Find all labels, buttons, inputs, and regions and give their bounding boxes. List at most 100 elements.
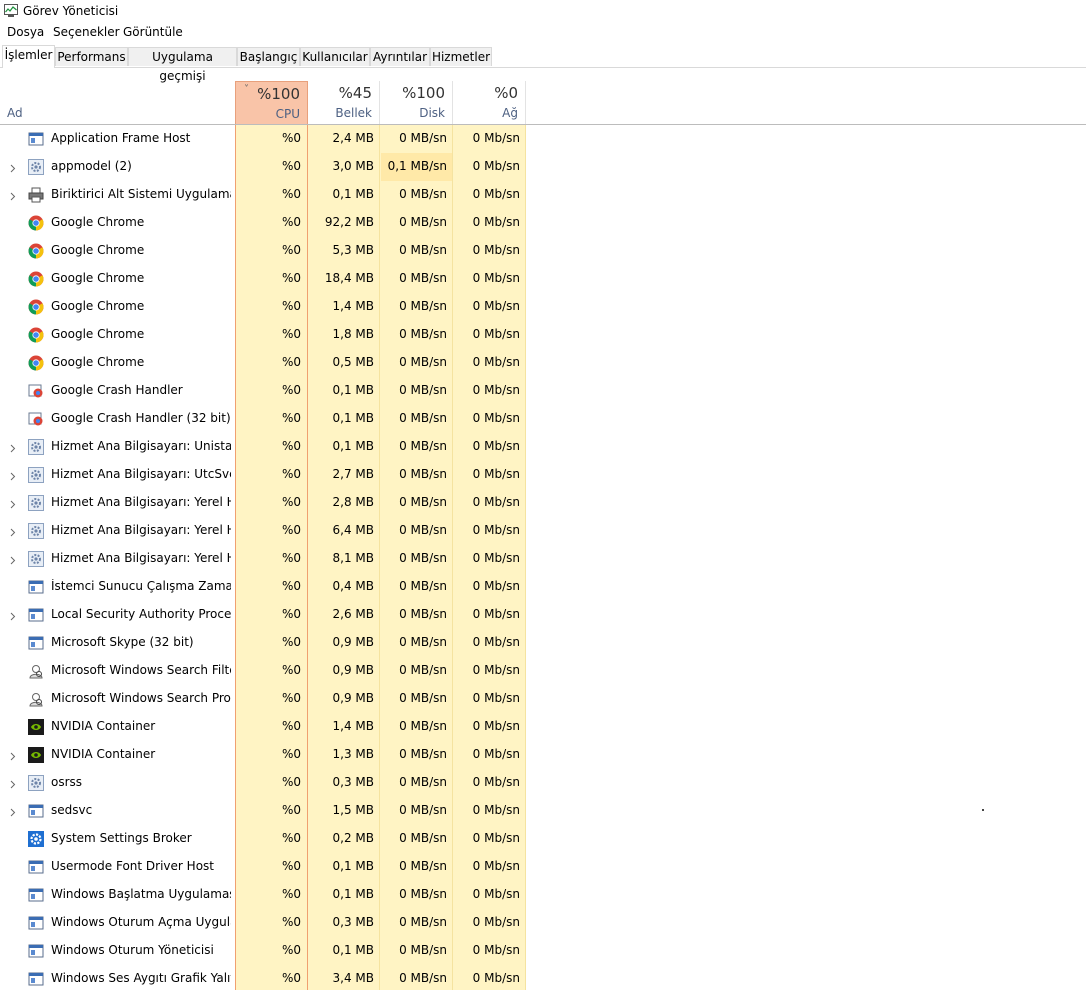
expand-chevron-icon[interactable] — [8, 442, 17, 453]
network-value: 0 Mb/sn — [472, 747, 520, 761]
tab-services[interactable]: Hizmetler — [430, 47, 492, 66]
process-row[interactable]: Windows Başlatma Uygulaması %0 0,1 MB 0 MB/… — [0, 881, 1086, 909]
menu-file[interactable]: Dosya — [7, 25, 44, 39]
process-row[interactable]: Windows Oturum Açma Uygula... %0 0,3 MB 0 M… — [0, 909, 1086, 937]
tab-processes[interactable]: İşlemler — [2, 45, 55, 68]
process-row[interactable]: Google Chrome %0 1,4 MB 0 MB/sn 0 Mb/sn — [0, 293, 1086, 321]
process-name: Hizmet Ana Bilgisayarı: Yerel Hi... — [51, 523, 231, 537]
column-network[interactable]: %0 Ağ — [453, 81, 526, 124]
process-row[interactable]: Hizmet Ana Bilgisayarı: Yerel Hi... %0 8,1… — [0, 545, 1086, 573]
process-row[interactable]: Usermode Font Driver Host %0 0,1 MB 0 MB/sn… — [0, 853, 1086, 881]
process-row[interactable]: System Settings Broker %0 0,2 MB 0 MB/sn 0 M… — [0, 825, 1086, 853]
network-value: 0 Mb/sn — [472, 159, 520, 173]
cpu-value: %0 — [281, 299, 301, 313]
process-row[interactable]: Microsoft Skype (32 bit) %0 0,9 MB 0 MB/sn 0… — [0, 629, 1086, 657]
process-row[interactable]: Google Chrome %0 92,2 MB 0 MB/sn 0 Mb/sn — [0, 209, 1086, 237]
disk-value: 0 MB/sn — [399, 663, 447, 677]
process-row[interactable]: NVIDIA Container %0 1,4 MB 0 MB/sn 0 Mb/sn — [0, 713, 1086, 741]
process-row[interactable]: Google Chrome %0 1,8 MB 0 MB/sn 0 Mb/sn — [0, 321, 1086, 349]
expand-chevron-icon[interactable] — [8, 190, 17, 201]
process-row[interactable]: Google Chrome %0 18,4 MB 0 MB/sn 0 Mb/sn — [0, 265, 1086, 293]
network-value: 0 Mb/sn — [472, 663, 520, 677]
expand-chevron-icon[interactable] — [8, 610, 17, 621]
column-name[interactable]: Ad — [7, 106, 23, 120]
process-row[interactable]: Hizmet Ana Bilgisayarı: Yerel Hi... %0 2,8… — [0, 489, 1086, 517]
chrome-icon — [28, 327, 44, 343]
process-row[interactable]: Microsoft Windows Search Prot... %0 0,9 MB… — [0, 685, 1086, 713]
service-gear-icon — [28, 775, 44, 791]
cpu-value: %0 — [281, 243, 301, 257]
expand-chevron-icon[interactable] — [8, 162, 17, 173]
expand-chevron-icon[interactable] — [8, 778, 17, 789]
process-row[interactable]: Biriktirici Alt Sistemi Uygulaması %0 0,1 … — [0, 181, 1086, 209]
process-name: Windows Başlatma Uygulaması — [51, 887, 231, 901]
column-cpu[interactable]: ˅ %100 CPU — [235, 81, 308, 124]
tab-performance[interactable]: Performans — [55, 47, 128, 66]
process-row[interactable]: Google Crash Handler (32 bit) %0 0,1 MB 0 M… — [0, 405, 1086, 433]
process-row[interactable]: Hizmet Ana Bilgisayarı: Unistac... %0 0,1 … — [0, 433, 1086, 461]
cpu-value: %0 — [281, 327, 301, 341]
memory-value: 0,5 MB — [332, 355, 374, 369]
process-name: Google Chrome — [51, 327, 145, 341]
expand-chevron-icon[interactable] — [8, 470, 17, 481]
process-name: Microsoft Skype (32 bit) — [51, 635, 194, 649]
process-row[interactable]: Hizmet Ana Bilgisayarı: Yerel Hi... %0 6,4… — [0, 517, 1086, 545]
process-row[interactable]: Windows Ses Aygıtı Grafik Yalıtı... %0 3,4… — [0, 965, 1086, 993]
process-row[interactable]: Google Chrome %0 5,3 MB 0 MB/sn 0 Mb/sn — [0, 237, 1086, 265]
expand-chevron-icon[interactable] — [8, 526, 17, 537]
process-name: Hizmet Ana Bilgisayarı: Yerel Hi... — [51, 551, 231, 565]
disk-total: %100 — [402, 84, 445, 102]
cpu-value: %0 — [281, 887, 301, 901]
process-row[interactable]: Google Crash Handler %0 0,1 MB 0 MB/sn 0 Mb/… — [0, 377, 1086, 405]
network-value: 0 Mb/sn — [472, 971, 520, 985]
network-value: 0 Mb/sn — [472, 915, 520, 929]
network-value: 0 Mb/sn — [472, 467, 520, 481]
tab-startup[interactable]: Başlangıç — [237, 47, 300, 66]
process-row[interactable]: osrss %0 0,3 MB 0 MB/sn 0 Mb/sn — [0, 769, 1086, 797]
memory-value: 2,8 MB — [332, 495, 374, 509]
memory-value: 18,4 MB — [324, 271, 374, 285]
network-value: 0 Mb/sn — [472, 411, 520, 425]
process-row[interactable]: sedsvc %0 1,5 MB 0 MB/sn 0 Mb/sn — [0, 797, 1086, 825]
expand-chevron-icon[interactable] — [8, 806, 17, 817]
process-row[interactable]: Local Security Authority Proces... %0 2,6 … — [0, 601, 1086, 629]
memory-value: 0,3 MB — [332, 775, 374, 789]
tab-users[interactable]: Kullanıcılar — [300, 47, 370, 66]
disk-label: Disk — [419, 106, 445, 120]
process-row[interactable]: appmodel (2) %0 3,0 MB 0,1 MB/sn 0 Mb/sn — [0, 153, 1086, 181]
expand-chevron-icon[interactable] — [8, 498, 17, 509]
menu-options[interactable]: Seçenekler — [53, 25, 120, 39]
process-name: osrss — [51, 775, 83, 789]
disk-value: 0 MB/sn — [399, 971, 447, 985]
tab-details[interactable]: Ayrıntılar — [370, 47, 430, 66]
network-value: 0 Mb/sn — [472, 131, 520, 145]
column-header: Ad ˅ %100 CPU %45 Bellek %100 Disk %0 Ağ — [0, 81, 1086, 125]
tab-app-history[interactable]: Uygulama geçmişi — [128, 47, 237, 83]
network-value: 0 Mb/sn — [472, 887, 520, 901]
network-value: 0 Mb/sn — [472, 495, 520, 509]
menu-view[interactable]: Görüntüle — [123, 25, 183, 39]
column-memory[interactable]: %45 Bellek — [308, 81, 380, 124]
disk-value: 0 MB/sn — [399, 831, 447, 845]
process-row[interactable]: Google Chrome %0 0,5 MB 0 MB/sn 0 Mb/sn — [0, 349, 1086, 377]
expand-chevron-icon[interactable] — [8, 750, 17, 761]
cpu-value: %0 — [281, 551, 301, 565]
expand-chevron-icon[interactable] — [8, 554, 17, 565]
network-value: 0 Mb/sn — [472, 187, 520, 201]
memory-value: 1,4 MB — [332, 299, 374, 313]
network-value: 0 Mb/sn — [472, 859, 520, 873]
process-row[interactable]: Hizmet Ana Bilgisayarı: UtcSvc %0 2,7 MB 0 … — [0, 461, 1086, 489]
process-row[interactable]: Windows Oturum Yöneticisi %0 0,1 MB 0 MB/sn… — [0, 937, 1086, 965]
process-row[interactable]: NVIDIA Container %0 1,3 MB 0 MB/sn 0 Mb/sn — [0, 741, 1086, 769]
cpu-value: %0 — [281, 635, 301, 649]
process-row[interactable]: Microsoft Windows Search Filte... %0 0,9 M… — [0, 657, 1086, 685]
column-disk[interactable]: %100 Disk — [380, 81, 453, 124]
disk-value: 0 MB/sn — [399, 719, 447, 733]
process-row[interactable]: Application Frame Host %0 2,4 MB 0 MB/sn 0 M… — [0, 125, 1086, 153]
process-row[interactable]: İstemci Sunucu Çalışma Zaman... %0 0,4 MB 0… — [0, 573, 1086, 601]
process-name: Google Crash Handler (32 bit) — [51, 411, 231, 425]
process-name: Usermode Font Driver Host — [51, 859, 214, 873]
disk-value: 0 MB/sn — [399, 271, 447, 285]
network-total: %0 — [494, 84, 518, 102]
memory-value: 3,0 MB — [332, 159, 374, 173]
